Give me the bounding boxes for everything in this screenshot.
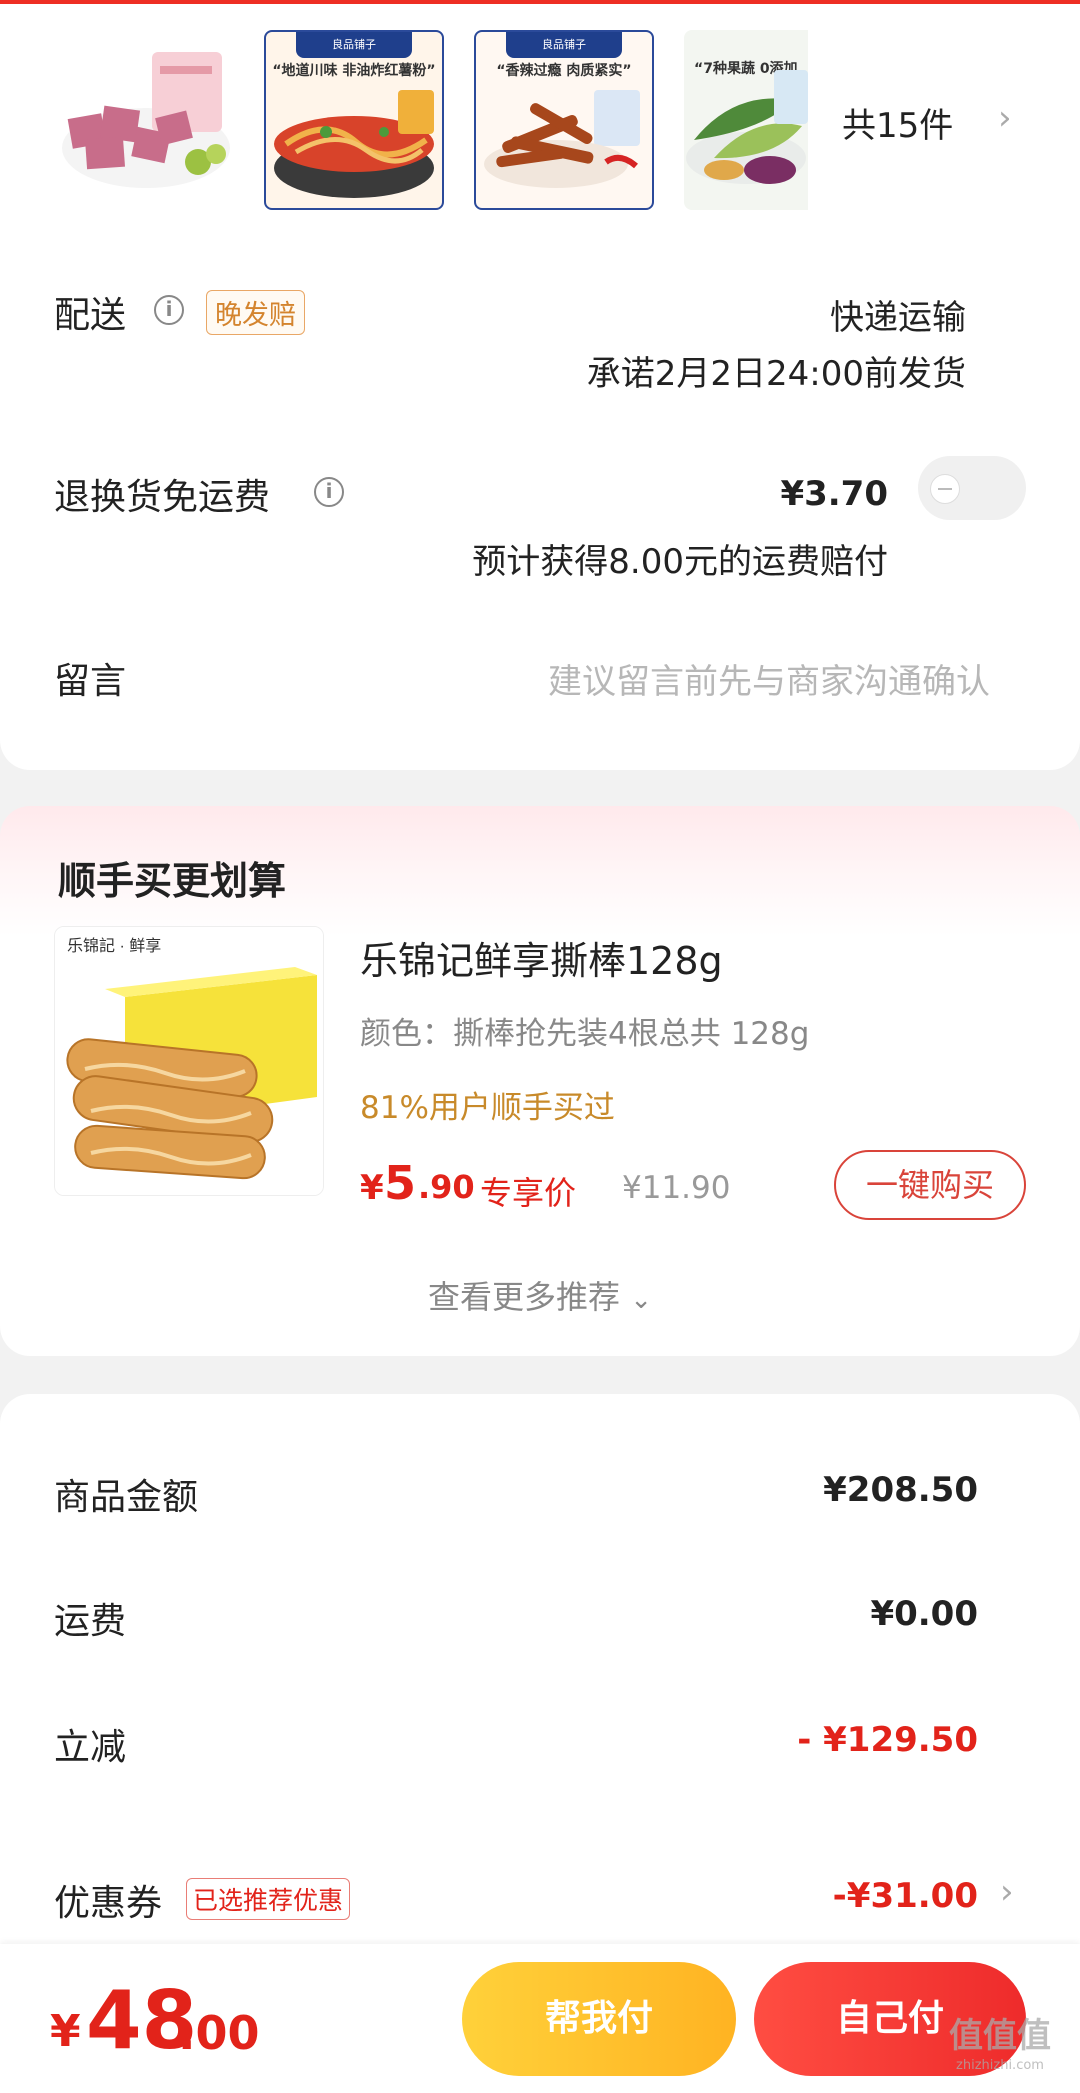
one-click-buy-button[interactable]: 一键购买: [834, 1150, 1026, 1220]
shipping-fee-value: ¥0.00: [870, 1594, 978, 1634]
checkout-bottom-bar: ¥ 48 .00 帮我付 自己付 值值值 zhizhizhi.com: [0, 1944, 1080, 2093]
chevron-right-icon[interactable]: ›: [998, 98, 1012, 138]
chevron-down-icon: ⌄: [630, 1285, 652, 1315]
site-watermark: 值值值 zhizhizhi.com: [930, 2014, 1070, 2084]
product-thumbnail[interactable]: [56, 30, 236, 210]
coupon-value[interactable]: -¥31.00: [833, 1876, 978, 1916]
product-count[interactable]: 共15件: [842, 98, 953, 147]
return-shipping-label: 退换货免运费: [54, 477, 271, 518]
watermark-logo: 值值值: [949, 2016, 1051, 2056]
product-thumbnail[interactable]: 良品铺子 “香辣过瘾 肉质紧实”: [474, 30, 654, 210]
return-shipping-toggle[interactable]: [918, 456, 1026, 520]
goods-amount-label: 商品金额: [54, 1477, 199, 1518]
addon-price-decimal: .90: [418, 1168, 475, 1206]
product-thumbnail[interactable]: 良品铺子 “地道川味 非油炸红薯粉”: [264, 30, 444, 210]
late-delivery-compensation-tag: 晚发赔: [206, 290, 305, 335]
coupon-label: 优惠券: [54, 1883, 163, 1924]
message-input[interactable]: 建议留言前先与商家沟通确认: [548, 654, 990, 703]
price-currency: ¥: [360, 1168, 384, 1208]
coupon-selected-tag: 已选推荐优惠: [186, 1878, 351, 1920]
more-recommendations-label: 查看更多推荐: [428, 1278, 621, 1316]
shipping-fee-label: 运费: [54, 1601, 127, 1642]
more-recommendations-link[interactable]: 查看更多推荐 ⌄: [0, 1272, 1080, 1318]
return-shipping-compensation: 预计获得8.00元的运费赔付: [472, 542, 888, 582]
delivery-promise: 承诺2月2日24:00前发货: [586, 354, 966, 394]
addon-price-integer: 5: [384, 1156, 417, 1210]
total-currency: ¥: [50, 2006, 81, 2057]
order-details-card: 良品铺子 “地道川味 非油炸红薯粉” 良品铺子 “香辣过瘾 肉质紧实” “7种果…: [0, 4, 1080, 770]
instant-discount-label: 立减: [54, 1727, 127, 1768]
exclusive-price-label: 专享价: [480, 1174, 577, 1212]
total-price-decimal: .00: [178, 2006, 260, 2060]
delivery-label: 配送: [54, 295, 127, 336]
info-icon[interactable]: i: [154, 295, 184, 325]
addon-product-name[interactable]: 乐锦记鲜享撕棒128g: [360, 930, 723, 985]
image-brand-text: 乐锦記 · 鲜享: [67, 937, 161, 955]
addon-original-price: ¥11.90: [622, 1170, 731, 1206]
addon-product-image[interactable]: 乐锦記 · 鲜享: [54, 926, 324, 1196]
addon-recommendation-card: 顺手买更划算 乐锦記 · 鲜享 乐锦记鲜享撕棒128g 颜色：撕棒抢先装4根总共…: [0, 806, 1080, 1356]
return-shipping-price: ¥3.70: [780, 474, 888, 514]
price-summary-card: 商品金额 ¥208.50 运费 ¥0.00 立减 - ¥129.50 优惠券 已…: [0, 1394, 1080, 1979]
addon-product-spec[interactable]: 颜色：撕棒抢先装4根总共 128g: [360, 1008, 809, 1053]
section-title: 顺手买更划算: [58, 859, 287, 903]
message-label: 留言: [54, 661, 127, 702]
chevron-right-icon[interactable]: ›: [1000, 1872, 1014, 1912]
goods-amount-value: ¥208.50: [823, 1470, 978, 1510]
info-icon[interactable]: i: [314, 477, 344, 507]
product-thumbnail[interactable]: “7种果蔬 0添加: [684, 30, 808, 210]
delivery-method[interactable]: 快递运输: [830, 290, 966, 339]
help-me-pay-button[interactable]: 帮我付: [462, 1962, 736, 2076]
instant-discount-value: - ¥129.50: [797, 1720, 978, 1760]
watermark-site: zhizhizhi.com: [956, 2058, 1044, 2073]
addon-bought-rate: 81%用户顺手买过: [360, 1090, 615, 1126]
